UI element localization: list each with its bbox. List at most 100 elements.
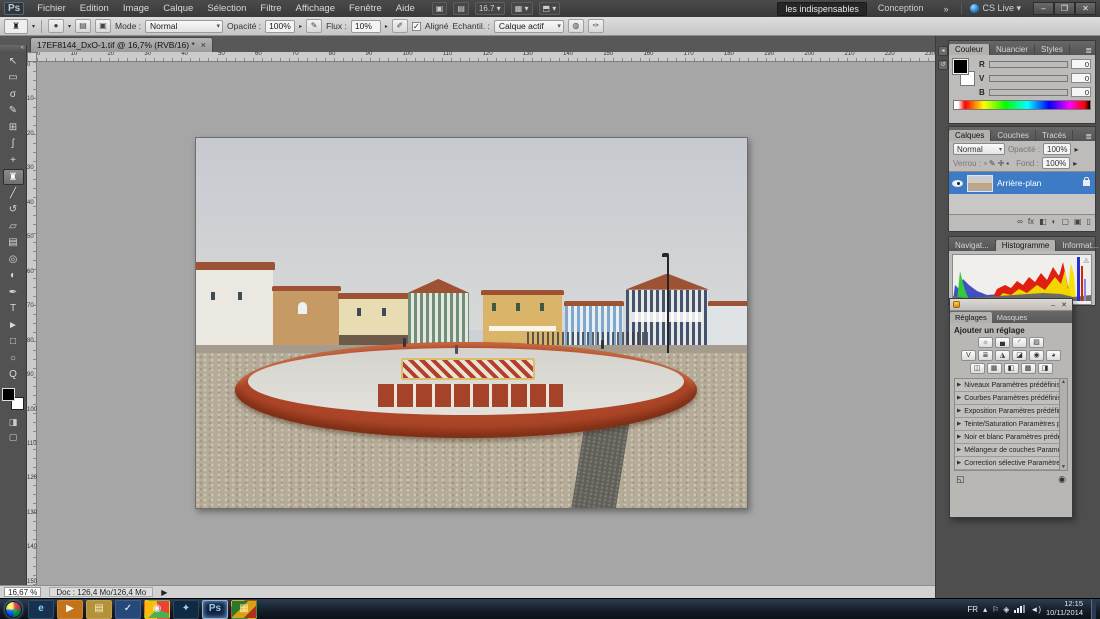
clone-stamp-tool[interactable]: ♜ — [3, 169, 24, 185]
blend-mode-select[interactable]: Normal — [145, 20, 223, 33]
workspace-design[interactable]: Conception — [871, 2, 931, 16]
type-tool[interactable]: T — [3, 301, 24, 317]
threshold-icon[interactable]: ◧ — [1004, 363, 1019, 374]
preset-row[interactable]: ▶ Niveaux Paramètres prédéfinis — [955, 379, 1059, 392]
hue-saturation-icon[interactable]: ≣ — [978, 350, 993, 361]
layer-group-icon[interactable]: ▢ — [1061, 217, 1069, 226]
layer-thumbnail[interactable] — [967, 175, 993, 192]
preset-row[interactable]: ▶ Teinte/Saturation Paramètres pr... — [955, 418, 1059, 431]
color-swatches[interactable] — [2, 388, 24, 410]
ruler-left[interactable]: 0102030405060708090100110120130140150 — [27, 62, 37, 585]
panel-tab[interactable]: Navigat... — [949, 240, 996, 251]
selective-color-icon[interactable]: ◨ — [1038, 363, 1053, 374]
flow-field[interactable]: 10% — [351, 20, 381, 33]
dock-history-icon[interactable]: ↺ — [938, 60, 948, 70]
current-tool-icon[interactable]: ♜ — [4, 19, 28, 34]
shape-tool[interactable]: □ — [3, 334, 24, 350]
eraser-tool[interactable]: ▱ — [3, 219, 24, 235]
status-options-arrow[interactable]: ▶ — [161, 588, 167, 597]
panel-tab[interactable]: Couleur — [949, 44, 990, 55]
panel-menu-icon[interactable]: ≣ — [1085, 46, 1095, 55]
zoom-tool[interactable]: Q — [3, 367, 24, 383]
adjustments-window-controls[interactable]: – ✕ — [1051, 301, 1069, 309]
start-button[interactable] — [5, 601, 22, 618]
layer-fill-caret[interactable]: ▸ — [1073, 159, 1077, 168]
adjustments-clip-icon[interactable]: ◉ — [1058, 474, 1066, 485]
adjustments-view-toggle-icon[interactable]: ◱ — [956, 474, 965, 485]
airbrush-icon[interactable]: ✐ — [392, 19, 408, 33]
canvas-area[interactable]: 0102030405060708090100110120130140150160… — [27, 52, 935, 585]
document-image[interactable] — [195, 137, 748, 509]
posterize-icon[interactable]: ▦ — [987, 363, 1002, 374]
brush-tool[interactable]: ╱ — [3, 186, 24, 202]
menu-item[interactable]: Fichier — [30, 2, 73, 15]
channel-mixer-icon[interactable]: ◕ — [1046, 350, 1061, 361]
panel-tab[interactable]: Tracés — [1036, 130, 1073, 141]
disclosure-triangle-icon[interactable]: ▶ — [957, 434, 961, 440]
taskbar-photo-app[interactable]: ▦ — [231, 600, 257, 619]
adjustments-tab[interactable]: Masques — [992, 312, 1032, 323]
panel-tab[interactable]: Couches — [991, 130, 1036, 141]
color-slider[interactable] — [989, 89, 1068, 96]
action-center-icon[interactable]: ⚐ — [992, 605, 999, 614]
layer-effects-icon[interactable]: fx — [1028, 217, 1034, 226]
menu-item[interactable]: Affichage — [289, 2, 342, 15]
layer-blend-mode-select[interactable]: Normal — [953, 143, 1005, 155]
menu-item[interactable]: Image — [116, 2, 156, 15]
foreground-swatch[interactable] — [953, 59, 968, 74]
opacity-field[interactable]: 100% — [265, 20, 295, 33]
color-balance-icon[interactable]: ◮ — [995, 350, 1010, 361]
layer-row-background[interactable]: Arrière-plan — [949, 172, 1095, 194]
minimize-button[interactable]: – — [1033, 2, 1054, 15]
network-icon[interactable] — [1014, 605, 1025, 613]
lock-position-icon[interactable]: ✛ — [998, 159, 1005, 168]
notification-app-icon[interactable]: ◈ — [1003, 605, 1009, 614]
color-value-field[interactable]: 0 — [1071, 73, 1091, 83]
ruler-top[interactable]: 0102030405060708090100110120130140150160… — [37, 52, 935, 62]
volume-icon[interactable]: ◄) — [1030, 605, 1041, 614]
brush-preset-picker[interactable]: ● — [48, 19, 64, 33]
taskbar-photoshop[interactable]: Ps — [202, 600, 228, 619]
layer-fill-field[interactable]: 100% — [1042, 157, 1070, 169]
path-selection-tool[interactable]: ► — [3, 318, 24, 334]
adjustment-layer-icon[interactable]: ◐ — [1052, 217, 1057, 226]
photo-filter-icon[interactable]: ◉ — [1029, 350, 1044, 361]
preset-row[interactable]: ▶ Mélangeur de couches Paramèt... — [955, 444, 1059, 457]
gradient-map-icon[interactable]: ▩ — [1021, 363, 1036, 374]
preset-row[interactable]: ▶ Courbes Paramètres prédéfinis — [955, 392, 1059, 405]
dock-expand-icon[interactable]: ◂ — [938, 46, 948, 56]
cs-live-button[interactable]: CS Live ▾ — [961, 3, 1021, 14]
history-brush-tool[interactable]: ↺ — [3, 202, 24, 218]
launch-bridge-icon[interactable]: ▣ — [432, 2, 448, 15]
color-slider[interactable] — [989, 75, 1068, 82]
panel-tab[interactable]: Informat... — [1056, 240, 1100, 251]
exposure-icon[interactable]: ▨ — [1029, 337, 1044, 348]
screen-mode-icon[interactable]: ⬒ ▾ — [539, 2, 561, 15]
language-indicator[interactable]: FR — [967, 605, 978, 614]
disclosure-triangle-icon[interactable]: ▶ — [957, 460, 961, 466]
preset-row[interactable]: ▶ Correction sélective Paramètres ... — [955, 457, 1059, 470]
quick-selection-tool[interactable]: ✎ — [3, 103, 24, 119]
invert-icon[interactable]: ◫ — [970, 363, 985, 374]
close-button[interactable]: ✕ — [1075, 2, 1096, 15]
panel-menu-icon[interactable]: ≣ — [1085, 132, 1095, 141]
clone-source-panel-icon[interactable]: ▣ — [95, 19, 111, 33]
lasso-tool[interactable]: σ — [3, 87, 24, 103]
zoom-level-control[interactable]: 16.7 ▾ — [475, 2, 505, 15]
rotate-view-tool[interactable]: ○ — [3, 351, 24, 367]
scroll-down-icon[interactable]: ▼ — [1060, 464, 1067, 470]
taskbar-internet-explorer[interactable]: e — [28, 600, 54, 619]
crop-tool[interactable]: ⊞ — [3, 120, 24, 136]
taskbar-sync-app[interactable]: ✓ — [115, 600, 141, 619]
ignore-adjustment-layers-icon[interactable]: ◍ — [568, 19, 584, 33]
tools-collapse-icon[interactable]: « — [0, 45, 26, 53]
color-value-field[interactable]: 0 — [1071, 59, 1091, 69]
adjustments-tab[interactable]: Réglages — [950, 312, 992, 323]
dodge-tool[interactable]: ◐ — [3, 268, 24, 284]
lock-pixels-icon[interactable]: ✎ — [989, 159, 996, 168]
healing-brush-tool[interactable]: + — [3, 153, 24, 169]
flow-caret[interactable]: ▸ — [385, 23, 388, 30]
color-value-field[interactable]: 0 — [1071, 87, 1091, 97]
layer-opacity-field[interactable]: 100% — [1043, 143, 1071, 155]
panel-tab[interactable]: Styles — [1035, 44, 1070, 55]
